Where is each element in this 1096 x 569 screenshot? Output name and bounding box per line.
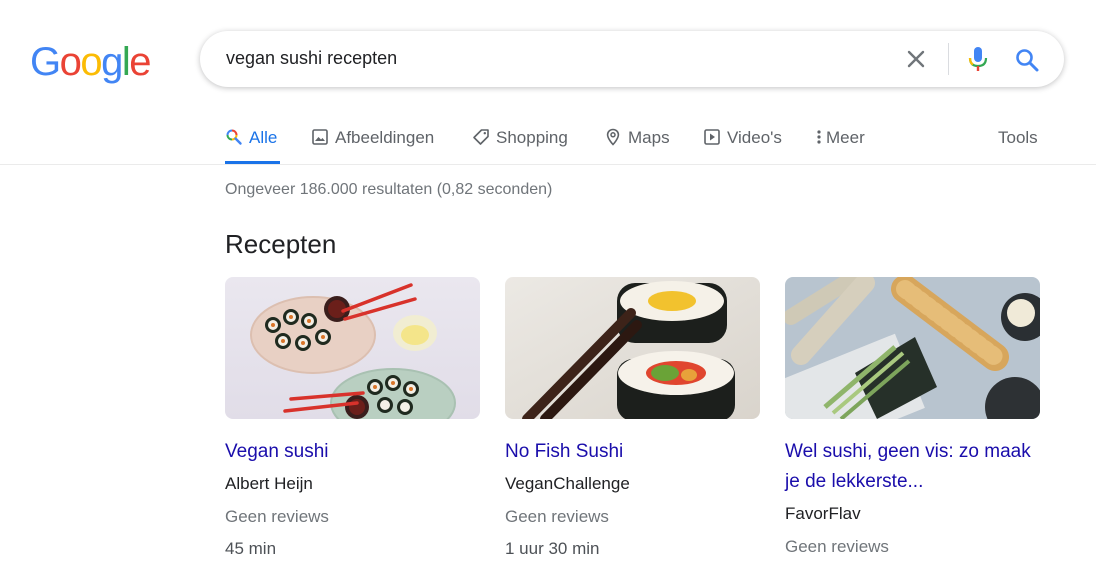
- play-icon: [703, 128, 721, 146]
- recipe-source: FavorFlav: [785, 504, 861, 523]
- search-icon[interactable]: [1014, 47, 1040, 73]
- clear-icon[interactable]: [904, 47, 928, 71]
- tab-afbeeldingen[interactable]: Afbeeldingen: [311, 120, 434, 164]
- recipe-reviews: Geen reviews: [785, 537, 889, 556]
- recipe-card[interactable]: Wel sushi, geen vis: zo maak je de lekke…: [785, 277, 1040, 558]
- recipe-title-link[interactable]: Vegan sushi: [225, 437, 480, 467]
- logo-letter: o: [80, 40, 102, 84]
- search-input[interactable]: vegan sushi recepten: [226, 48, 397, 69]
- recipe-time: 1 uur 30 min: [505, 539, 600, 558]
- recipe-source: Albert Heijn: [225, 474, 313, 493]
- search-tabs: Alle Afbeeldingen Shopping Maps Video's …: [0, 120, 1096, 164]
- tab-alle[interactable]: Alle: [225, 120, 280, 164]
- tag-icon: [472, 128, 490, 146]
- tab-label: Tools: [998, 128, 1038, 147]
- tab-shopping[interactable]: Shopping: [472, 120, 568, 164]
- logo-letter: g: [101, 40, 123, 84]
- tab-label: Video's: [727, 128, 782, 147]
- microphone-icon[interactable]: [966, 45, 990, 73]
- search-divider: [948, 43, 949, 75]
- search-multicolor-icon: [225, 128, 243, 146]
- google-logo[interactable]: Google: [30, 40, 151, 84]
- recipe-reviews: Geen reviews: [225, 507, 329, 526]
- logo-letter: e: [129, 40, 151, 84]
- tab-label: Alle: [249, 128, 278, 147]
- tab-tools[interactable]: Tools: [998, 120, 1038, 164]
- search-box[interactable]: vegan sushi recepten: [200, 31, 1064, 87]
- section-heading: Recepten: [225, 229, 337, 259]
- more-vert-icon: [814, 128, 824, 146]
- recipe-image[interactable]: [505, 277, 760, 419]
- image-icon: [311, 128, 329, 146]
- recipe-image[interactable]: [225, 277, 480, 419]
- map-pin-icon: [604, 128, 622, 146]
- logo-letter: l: [121, 40, 131, 84]
- recipe-card[interactable]: Vegan sushi Albert Heijn Geen reviews 45…: [225, 277, 480, 560]
- result-stats: Ongeveer 186.000 resultaten (0,82 second…: [225, 181, 553, 198]
- recipe-title-link[interactable]: Wel sushi, geen vis: zo maak je de lekke…: [785, 437, 1040, 497]
- tab-label: Meer: [826, 128, 865, 147]
- tab-label: Shopping: [496, 128, 568, 147]
- logo-letter: G: [30, 40, 61, 84]
- recipe-reviews: Geen reviews: [505, 507, 609, 526]
- tab-videos[interactable]: Video's: [703, 120, 782, 164]
- tabs-divider: [0, 164, 1096, 165]
- tab-meer[interactable]: Meer: [814, 120, 865, 164]
- tab-label: Maps: [628, 128, 670, 147]
- recipe-title-link[interactable]: No Fish Sushi: [505, 437, 760, 467]
- recipe-card[interactable]: No Fish Sushi VeganChallenge Geen review…: [505, 277, 760, 560]
- tab-maps[interactable]: Maps: [604, 120, 670, 164]
- logo-letter: o: [59, 40, 82, 84]
- recipe-source: VeganChallenge: [505, 474, 630, 493]
- recipe-image[interactable]: [785, 277, 1040, 419]
- tab-label: Afbeeldingen: [335, 128, 435, 147]
- recipe-time: 45 min: [225, 539, 277, 558]
